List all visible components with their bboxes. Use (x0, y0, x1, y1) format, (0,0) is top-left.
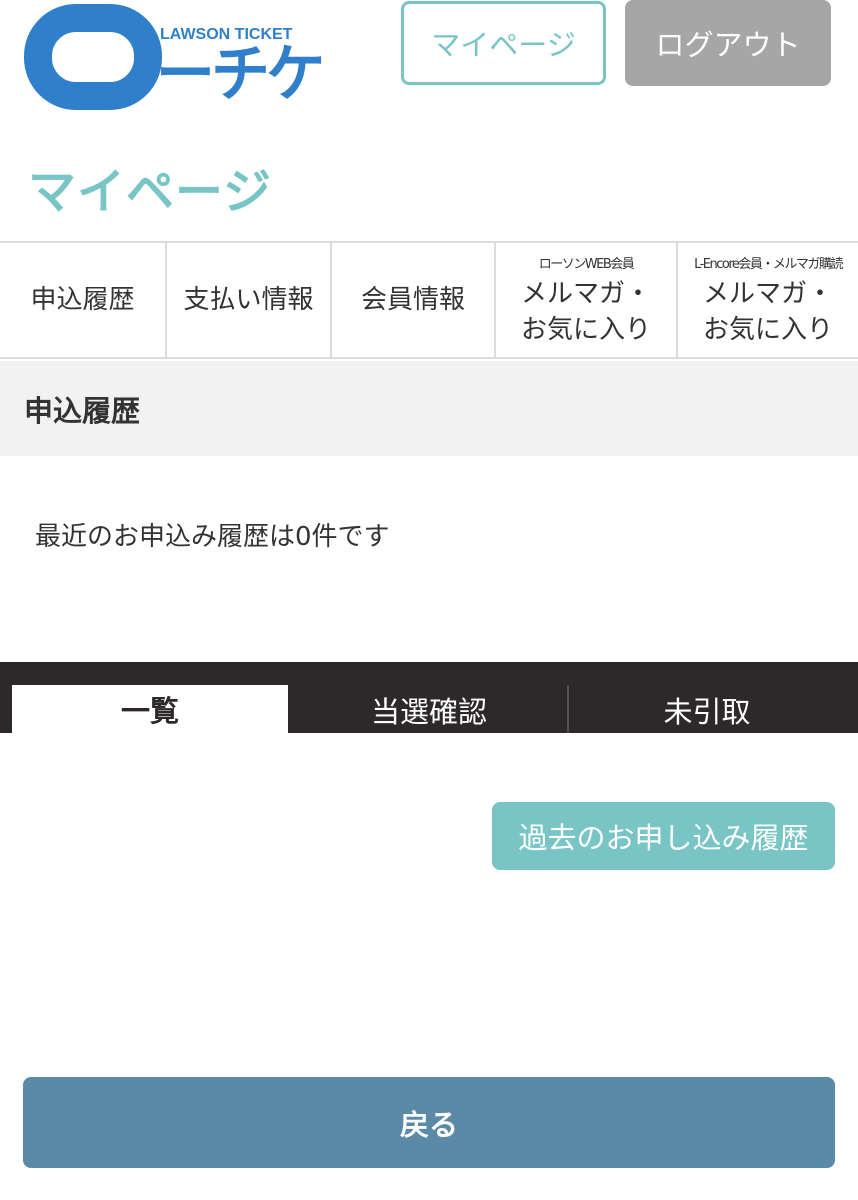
lawson-ticket-logo[interactable]: LAWSON TICKET ーチケ (20, 4, 325, 116)
section-header: 申込履歴 (0, 361, 858, 456)
tab-lottery-check[interactable]: 当選確認 (290, 686, 568, 733)
mypage-nav: 申込履歴 支払い情報 会員情報 ローソンWEB会員 メルマガ・ お気に入り L-… (0, 241, 858, 359)
nav-item-application-history[interactable]: 申込履歴 (0, 243, 165, 357)
section-title: 申込履歴 (24, 393, 141, 428)
nav-item-label: お気に入り (702, 314, 833, 345)
logo-circle-icon (24, 4, 162, 110)
logo-big-text: ーチケ (156, 37, 325, 110)
page-title: マイページ (28, 164, 273, 220)
nav-item-label: メルマガ・ (702, 278, 833, 309)
nav-item-sublabel: ローソンWEB会員 (538, 256, 635, 272)
recent-history-message: 最近のお申込み履歴は0件です (35, 522, 390, 552)
nav-item-label: メルマガ・ (520, 278, 651, 309)
nav-item-payment-info[interactable]: 支払い情報 (165, 243, 330, 357)
nav-item-label: 申込履歴 (30, 285, 135, 315)
logout-button[interactable]: ログアウト (625, 0, 831, 86)
nav-item-label: お気に入り (520, 314, 651, 345)
back-button[interactable]: 戻る (23, 1077, 835, 1168)
nav-item-member-info[interactable]: 会員情報 (330, 243, 494, 357)
nav-item-lawson-web-mailmag[interactable]: ローソンWEB会員 メルマガ・ お気に入り (494, 243, 676, 357)
past-history-button[interactable]: 過去のお申し込み履歴 (492, 802, 835, 870)
nav-item-lencore-mailmag[interactable]: L-Encore会員・メルマガ購読 メルマガ・ お気に入り (676, 243, 858, 357)
tab-list[interactable]: 一覧 (12, 685, 288, 733)
history-tab-bar: 一覧 当選確認 未引取 (0, 662, 858, 733)
tab-unclaimed[interactable]: 未引取 (568, 686, 846, 733)
mypage-button[interactable]: マイページ (401, 1, 606, 85)
nav-item-label: 会員情報 (360, 285, 465, 315)
nav-item-sublabel: L-Encore会員・メルマガ購読 (694, 256, 843, 272)
nav-item-label: 支払い情報 (183, 285, 314, 315)
